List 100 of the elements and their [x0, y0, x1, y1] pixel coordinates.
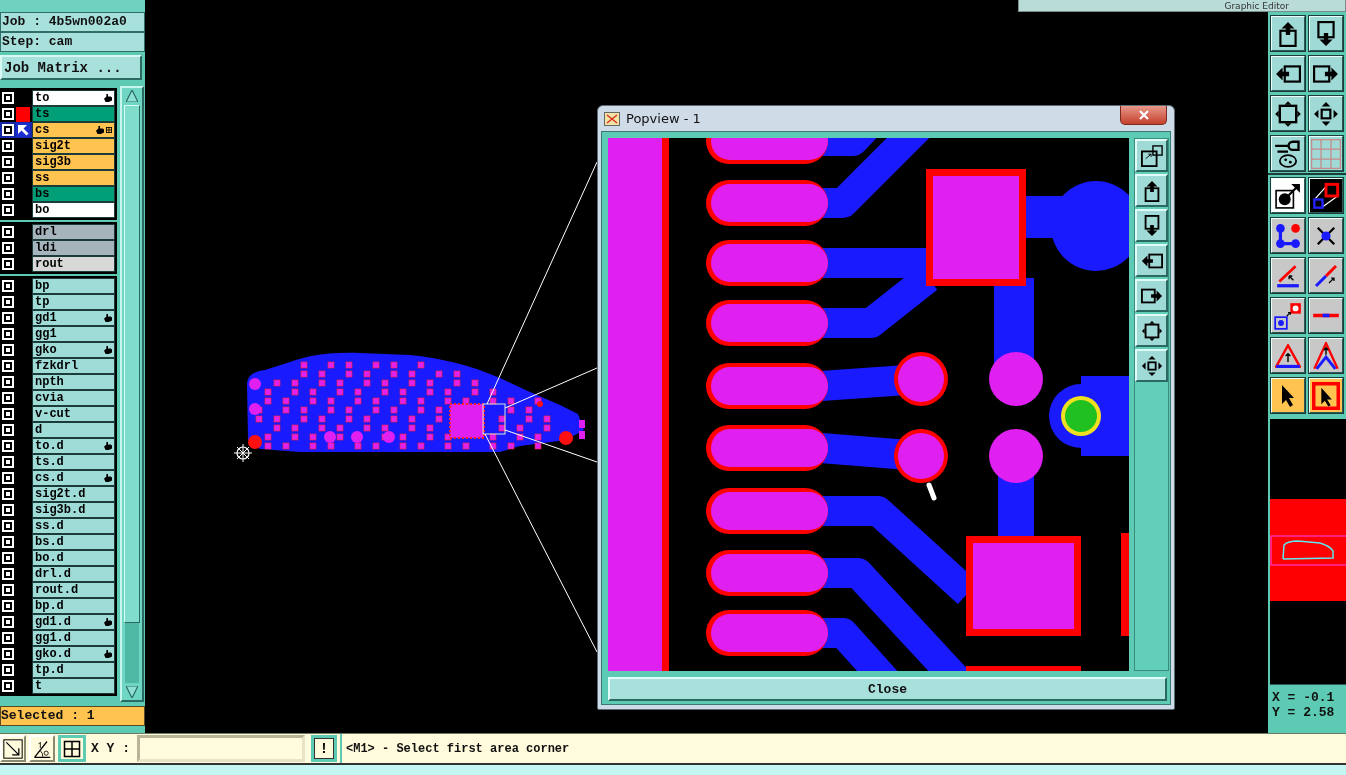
layer-row[interactable]: cs.d	[0, 470, 115, 486]
layer-checkbox[interactable]	[0, 566, 15, 582]
layer-checkbox[interactable]	[0, 374, 15, 390]
layer-checkbox[interactable]	[0, 470, 15, 486]
layer-name[interactable]: ts	[32, 106, 115, 122]
layer-row[interactable]: fzkdrl	[0, 358, 115, 374]
layer-name[interactable]: gko	[32, 342, 115, 358]
layer-name[interactable]: ts.d	[32, 454, 115, 470]
layer-name[interactable]: bp.d	[32, 598, 115, 614]
scroll-down-icon[interactable]	[126, 686, 138, 698]
layer-row[interactable]: d	[0, 422, 115, 438]
layer-name[interactable]: cs	[32, 122, 115, 138]
layer-name[interactable]: v-cut	[32, 406, 115, 422]
layer-row[interactable]: bs	[0, 186, 115, 202]
layer-row[interactable]: bp	[0, 278, 115, 294]
layer-name[interactable]: tp.d	[32, 662, 115, 678]
layer-name[interactable]: bs	[32, 186, 115, 202]
layer-name[interactable]: sig2t.d	[32, 486, 115, 502]
layer-checkbox[interactable]	[0, 646, 15, 662]
layer-checkbox[interactable]	[0, 454, 15, 470]
layer-row[interactable]: sig2t.d	[0, 486, 115, 502]
layer-checkbox[interactable]	[0, 614, 15, 630]
layer-name[interactable]: sig3b.d	[32, 502, 115, 518]
layer-row[interactable]: ts	[0, 106, 115, 122]
layer-name[interactable]: ldi	[32, 240, 115, 256]
layer-row[interactable]: t	[0, 678, 115, 694]
layer-checkbox[interactable]	[0, 240, 15, 256]
layer-row[interactable]: to.d	[0, 438, 115, 454]
layer-checkbox[interactable]	[0, 106, 15, 122]
layer-name[interactable]: tp	[32, 294, 115, 310]
close-button[interactable]: Close	[608, 677, 1167, 701]
layer-checkbox[interactable]	[0, 662, 15, 678]
job-matrix-button[interactable]: Job Matrix ...	[0, 55, 142, 80]
layer-row[interactable]: bo	[0, 202, 115, 218]
layer-name[interactable]: bo	[32, 202, 115, 218]
layer-checkbox[interactable]	[0, 90, 15, 106]
layer-name[interactable]: fzkdrl	[32, 358, 115, 374]
layer-checkbox[interactable]	[0, 278, 15, 294]
layer-name[interactable]: npth	[32, 374, 115, 390]
layer-row[interactable]: ss.d	[0, 518, 115, 534]
layer-name[interactable]: gg1	[32, 326, 115, 342]
layer-checkbox[interactable]	[0, 598, 15, 614]
layer-name[interactable]: gd1	[32, 310, 115, 326]
layer-checkbox[interactable]	[0, 294, 15, 310]
layer-row[interactable]: gd1.d	[0, 614, 115, 630]
layer-checkbox[interactable]	[0, 310, 15, 326]
layer-row[interactable]: ldi	[0, 240, 115, 256]
layer-checkbox[interactable]	[0, 154, 15, 170]
layer-name[interactable]: bo.d	[32, 550, 115, 566]
layer-row[interactable]: bs.d	[0, 534, 115, 550]
layer-row[interactable]: v-cut	[0, 406, 115, 422]
layer-checkbox[interactable]	[0, 256, 15, 272]
layer-name[interactable]: drl	[32, 224, 115, 240]
layer-checkbox[interactable]	[0, 358, 15, 374]
layer-row[interactable]: cs	[0, 122, 115, 138]
layer-name[interactable]: rout	[32, 256, 115, 272]
layer-row[interactable]: ts.d	[0, 454, 115, 470]
layer-row[interactable]: sig2t	[0, 138, 115, 154]
layer-row[interactable]: bp.d	[0, 598, 115, 614]
layer-row[interactable]: drl	[0, 224, 115, 240]
layer-row[interactable]: to	[0, 90, 115, 106]
alert-button[interactable]: !	[311, 735, 337, 762]
scroll-up-icon[interactable]	[126, 90, 138, 102]
layer-name[interactable]: bp	[32, 278, 115, 294]
toolbar-button[interactable]	[58, 735, 86, 762]
layer-checkbox[interactable]	[0, 678, 15, 694]
layer-name[interactable]: drl.d	[32, 566, 115, 582]
xy-input-field[interactable]	[137, 735, 305, 762]
layer-row[interactable]: rout	[0, 256, 115, 272]
layer-checkbox[interactable]	[0, 502, 15, 518]
layer-checkbox[interactable]	[0, 582, 15, 598]
layer-checkbox[interactable]	[0, 186, 15, 202]
layer-row[interactable]: cvia	[0, 390, 115, 406]
layer-checkbox[interactable]	[0, 326, 15, 342]
scrollbar[interactable]	[120, 86, 144, 702]
layer-row[interactable]: bo.d	[0, 550, 115, 566]
window-close-button[interactable]	[1120, 106, 1167, 125]
layer-row[interactable]: tp.d	[0, 662, 115, 678]
layer-row[interactable]: gko.d	[0, 646, 115, 662]
layer-checkbox[interactable]	[0, 438, 15, 454]
layer-row[interactable]: gko	[0, 342, 115, 358]
layer-checkbox[interactable]	[0, 170, 15, 186]
layer-row[interactable]: gg1.d	[0, 630, 115, 646]
layer-checkbox[interactable]	[0, 202, 15, 218]
layer-checkbox[interactable]	[0, 224, 15, 240]
layer-name[interactable]: to.d	[32, 438, 115, 454]
layer-name[interactable]: cvia	[32, 390, 115, 406]
layer-checkbox[interactable]	[0, 342, 15, 358]
layer-checkbox[interactable]	[0, 390, 15, 406]
layer-name[interactable]: cs.d	[32, 470, 115, 486]
layer-name[interactable]: d	[32, 422, 115, 438]
layer-name[interactable]: gg1.d	[32, 630, 115, 646]
scroll-thumb[interactable]	[124, 105, 140, 623]
layer-name[interactable]: to	[32, 90, 115, 106]
layer-row[interactable]: ss	[0, 170, 115, 186]
layer-name[interactable]: bs.d	[32, 534, 115, 550]
layer-checkbox[interactable]	[0, 630, 15, 646]
layer-row[interactable]: gd1	[0, 310, 115, 326]
layer-name[interactable]: ss	[32, 170, 115, 186]
layer-row[interactable]: npth	[0, 374, 115, 390]
